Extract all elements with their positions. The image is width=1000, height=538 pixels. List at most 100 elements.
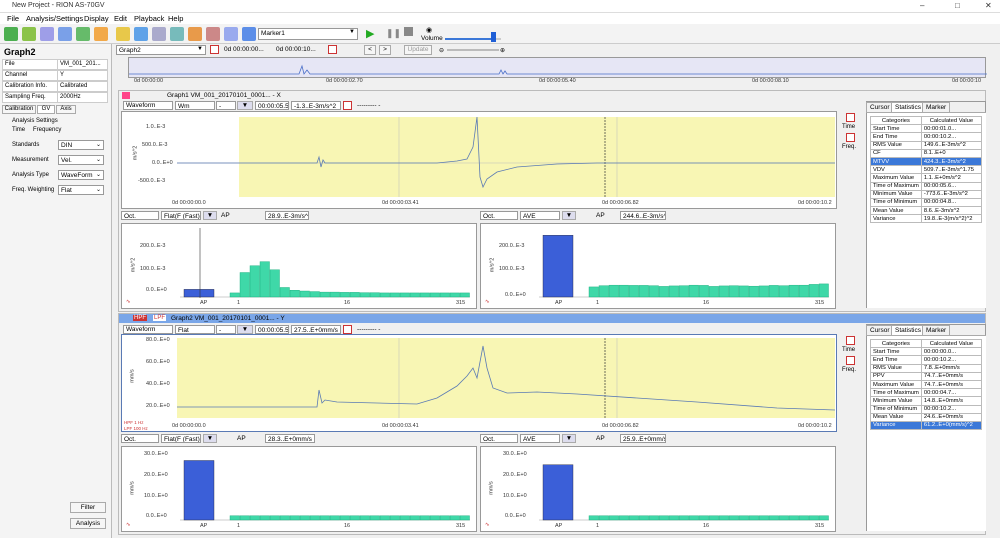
graph1-oct2-mode[interactable]: Oct.	[480, 211, 518, 220]
graph2-time-button[interactable]: Time	[842, 347, 855, 353]
graph1-stats-row[interactable]: RMS Value 149.6..E-3m/s^2	[870, 140, 983, 150]
range-icon[interactable]	[210, 45, 219, 54]
graph2-stats-row[interactable]: Mean Value 24.6..E+0mm/s	[870, 412, 983, 422]
graph1-oct2-plot[interactable]: 200.0..E-3 100.0..E-3 0.0..E+0 m/s^2 AP …	[480, 223, 836, 309]
marker-select[interactable]: Marker1 ▼	[258, 28, 358, 40]
play-icon[interactable]: ▶	[366, 27, 374, 40]
range-end-icon[interactable]	[328, 45, 337, 54]
graph1-waveform-plot[interactable]: 1.0..E-3 500.0..E-3 0.0..E+0 -500.0..E-3…	[121, 111, 837, 209]
graph2-stats-row[interactable]: Minimum Value 14.8..E+0mm/s	[870, 396, 983, 406]
pause-icon[interactable]: ❚❚	[386, 28, 401, 39]
menu-display[interactable]: Display	[84, 14, 109, 23]
menu-playback[interactable]: Playback	[134, 14, 164, 23]
spectrum-icon[interactable]	[40, 27, 54, 41]
close-icon[interactable]: ✕	[985, 1, 992, 10]
graph1-stats-row[interactable]: Time of Maximum 00:00:05.6...	[870, 181, 983, 191]
update-button[interactable]: Update	[404, 45, 432, 55]
tab-calibration[interactable]: Calibration	[2, 105, 36, 114]
filter-icon[interactable]	[206, 27, 220, 41]
filter-button[interactable]: Filter	[70, 502, 106, 513]
standards-select[interactable]: DIN ⌄	[58, 140, 104, 150]
measurement-select[interactable]: Vel. ⌄	[58, 155, 104, 165]
graph2-oct1-link-icon[interactable]: ∿	[126, 522, 131, 528]
grid-icon[interactable]	[170, 27, 184, 41]
settings-icon[interactable]	[188, 27, 202, 41]
graph1-oct1-weight[interactable]: Flat(F (Fast))	[161, 211, 201, 220]
graph1-stats-row[interactable]: VDV 509.7..E-3m/s^1.75	[870, 165, 983, 175]
graph2-oct2-ave[interactable]: AVE	[520, 434, 560, 443]
graph1-weight2-select[interactable]: -	[216, 101, 236, 110]
graph1-stats-row[interactable]: Variance 19.8..E-3(m/s^2)^2	[870, 214, 983, 224]
tab-frequency[interactable]: Frequency	[33, 127, 61, 133]
graph1-delta-icon[interactable]	[343, 101, 352, 110]
graph1-oct2-cursor-icon[interactable]: ▼	[562, 211, 576, 220]
graph1-stats-row[interactable]: End Time 00:00:10.2...	[870, 132, 983, 142]
graph1-t-icon[interactable]	[846, 113, 855, 122]
graph2-waveform-plot[interactable]: 80.0..E+0 60.0..E+0 40.0..E+0 20.0..E+0 …	[121, 334, 837, 432]
prev-icon[interactable]: <	[364, 45, 376, 55]
graph2-stats-row[interactable]: Start Time 00:00:00.0...	[870, 347, 983, 357]
graph1-oct1-plot[interactable]: 200.0..E-3 100.0..E-3 0.0..E+0 m/s^2 AP …	[121, 223, 477, 309]
volume-thumb[interactable]	[490, 32, 496, 42]
zoom-out-icon[interactable]: ⊖	[439, 47, 444, 54]
graph1-stats-row[interactable]: Time of Minimum 00:00:04.8...	[870, 197, 983, 208]
menu-analysis[interactable]: Analysis/Settings	[26, 14, 83, 23]
graph1-stats-row[interactable]: Mean Value 8.6..E-3m/s^2	[870, 206, 983, 216]
graph2-oct2-cursor-icon[interactable]: ▼	[562, 434, 576, 443]
graph2-oct1-cursor-icon[interactable]: ▼	[203, 434, 217, 443]
graph2-stats-row[interactable]: Maximum Value 74.7..E+0mm/s	[870, 379, 983, 390]
graph2-stats-row[interactable]: PPV 74.7..E+0mm/s	[870, 371, 983, 381]
wave-icon[interactable]	[22, 27, 36, 41]
graph2-freq-button[interactable]: Freq.	[842, 367, 856, 373]
tab-axis[interactable]: Axis	[56, 105, 76, 114]
maximize-icon[interactable]: □	[955, 1, 960, 10]
graph2-oct1-plot[interactable]: 30.0..E+0 20.0..E+0 10.0..E+0 0.0..E+0 m…	[121, 446, 477, 532]
graph2-weight-select[interactable]: Flat	[175, 325, 215, 334]
menu-file[interactable]: File	[7, 14, 19, 23]
graph1-stats-row[interactable]: MTVV 424.3..E-3m/s^2	[870, 156, 983, 167]
graph2-oct1-mode[interactable]: Oct.	[121, 434, 159, 443]
analysis-button[interactable]: Analysis	[70, 518, 106, 529]
marker-icon[interactable]	[224, 27, 238, 41]
graph2-cursor-icon[interactable]: ▼	[237, 325, 253, 334]
new-icon[interactable]	[4, 27, 18, 41]
graph2-t-icon[interactable]	[846, 336, 855, 345]
overview-strip[interactable]	[128, 57, 987, 78]
freq-weighting-select[interactable]: Flat ⌄	[58, 185, 104, 195]
graph2-stats-row[interactable]: End Time 00:00:10.2...	[870, 355, 983, 365]
time-end[interactable]: 0d 00:00:10...	[274, 45, 324, 55]
graph1-stats-row[interactable]: Maximum Value 1.1..E+0m/s^2	[870, 173, 983, 183]
folder-icon[interactable]	[94, 27, 108, 41]
time-start[interactable]: 0d 00:00:00...	[222, 45, 272, 55]
tab-gv[interactable]: GV	[37, 105, 55, 114]
graph1-stats-row[interactable]: Minimum Value -773.6..E-3m/s^2	[870, 189, 983, 199]
graph1-oct2-ave[interactable]: AVE	[520, 211, 560, 220]
chart-icon[interactable]	[58, 27, 72, 41]
graph2-weight2-select[interactable]: -	[216, 325, 236, 334]
graph2-stats-row[interactable]: Variance 61.2..E+0(mm/s)^2	[870, 420, 983, 431]
graph1-f-icon[interactable]	[846, 133, 855, 142]
graph1-time-button[interactable]: Time	[842, 124, 855, 130]
graph1-cursor-icon[interactable]: ▼	[237, 101, 253, 110]
graph1-stats-row[interactable]: Start Time 00:00:01.0...	[870, 124, 983, 134]
tab-time[interactable]: Time	[12, 127, 25, 133]
volume-slider[interactable]	[445, 32, 501, 42]
menu-help[interactable]: Help	[168, 14, 183, 23]
graph1-oct1-cursor-icon[interactable]: ▼	[203, 211, 217, 220]
next-icon[interactable]: >	[379, 45, 391, 55]
graph2-oct2-plot[interactable]: 30.0..E+0 20.0..E+0 10.0..E+0 0.0..E+0 m…	[480, 446, 836, 532]
graph1-oct1-mode[interactable]: Oct.	[121, 211, 159, 220]
pen-icon[interactable]	[242, 27, 256, 41]
graph1-oct1-link-icon[interactable]: ∿	[126, 299, 131, 305]
layout-icon[interactable]	[152, 27, 166, 41]
graph1-freq-button[interactable]: Freq.	[842, 144, 856, 150]
graph2-stats-row[interactable]: Time of Minimum 00:00:10.2...	[870, 404, 983, 414]
graph1-stats-row[interactable]: CF 8.1..E+0	[870, 148, 983, 158]
graph2-oct1-weight[interactable]: Flat(F (Fast))	[161, 434, 201, 443]
import-icon[interactable]	[134, 27, 148, 41]
graph2-oct2-mode[interactable]: Oct.	[480, 434, 518, 443]
zoom-in-icon[interactable]: ⊕	[500, 47, 505, 54]
stop-icon[interactable]	[404, 27, 413, 36]
graph-select[interactable]: Graph2 ▼	[116, 45, 206, 55]
tool-icon[interactable]	[116, 27, 130, 41]
